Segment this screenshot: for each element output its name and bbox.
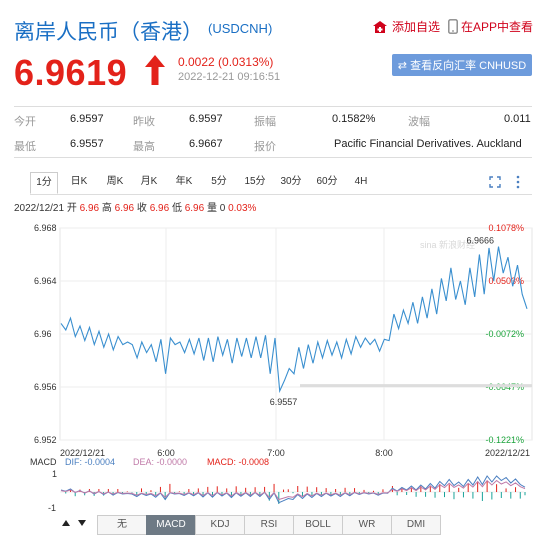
macd-label: MACD bbox=[30, 457, 57, 467]
wave-value: 0.011 bbox=[504, 113, 531, 125]
current-price: 6.9619 bbox=[14, 52, 128, 93]
scroll-arrows bbox=[59, 516, 89, 530]
scroll-down-icon[interactable] bbox=[75, 516, 89, 530]
phone-icon bbox=[448, 19, 458, 34]
quote-source-value: Pacific Financial Derivatives. Auckland bbox=[334, 138, 522, 150]
scroll-up-icon[interactable] bbox=[59, 516, 73, 530]
price-line bbox=[60, 246, 528, 394]
indicator-tab-none[interactable]: 无 bbox=[97, 515, 147, 535]
symbol-code: (USDCNH) bbox=[208, 21, 273, 36]
open-value: 6.9597 bbox=[70, 113, 104, 125]
add-watch-icon bbox=[373, 20, 387, 33]
high-label: 最高 bbox=[133, 141, 155, 153]
low-label: 最低 bbox=[14, 141, 36, 153]
page-title: 离岸人民币（香港） bbox=[14, 20, 203, 44]
prev-close-value: 6.9597 bbox=[189, 113, 223, 125]
macd-dea-line bbox=[60, 479, 526, 501]
y-tick-label: 6.96 bbox=[34, 329, 52, 339]
high-value: 6.9667 bbox=[189, 138, 223, 150]
tab-4h[interactable]: 4H bbox=[348, 172, 374, 192]
amplitude-label: 振幅 bbox=[254, 116, 276, 128]
indicator-tabs: 无 MACD KDJ RSI BOLL WR DMI bbox=[97, 515, 441, 535]
tab-yearly[interactable]: 年K bbox=[171, 172, 197, 192]
y-pct-label: 0.1078% bbox=[488, 223, 524, 233]
stats-table: 今开 6.9597 昨收 6.9597 振幅 0.1582% 波幅 0.011 … bbox=[14, 106, 532, 158]
indicator-tab-wr[interactable]: WR bbox=[342, 515, 392, 535]
indicator-tab-boll[interactable]: BOLL bbox=[293, 515, 343, 535]
add-watchlist-button[interactable]: 添加自选 bbox=[372, 18, 440, 35]
amplitude-value: 0.1582% bbox=[332, 113, 376, 125]
macd-chart: MACD DIF: -0.0004 DEA: -0.0000 MACD: -0.000… bbox=[30, 457, 526, 513]
macd-dif-line bbox=[60, 475, 526, 504]
up-arrow-icon bbox=[145, 55, 165, 85]
y-tick-label: 6.952 bbox=[34, 435, 57, 445]
quote-timestamp: 2022-12-21 09:16:51 bbox=[178, 71, 281, 83]
open-app-button[interactable]: 在APP中查看 bbox=[448, 18, 533, 35]
y-tick-label: 6.968 bbox=[34, 223, 57, 233]
macd-axis-bottom: -1 bbox=[48, 503, 56, 513]
open-label: 今开 bbox=[14, 116, 36, 128]
tab-15min[interactable]: 15分 bbox=[240, 172, 270, 192]
y-tick-label: 6.956 bbox=[34, 382, 57, 392]
price-chart[interactable]: 6.968 0.1078%6.964 0.0503%6.96 -0.0072%6.95… bbox=[0, 210, 550, 470]
tab-1min[interactable]: 1分 bbox=[30, 172, 58, 194]
tab-daily[interactable]: 日K bbox=[66, 172, 92, 192]
high-marker: 6.9666 bbox=[466, 236, 494, 246]
y-pct-label: -0.1221% bbox=[485, 435, 524, 445]
indicator-tab-dmi[interactable]: DMI bbox=[391, 515, 441, 535]
y-tick-label: 6.964 bbox=[34, 276, 57, 286]
y-pct-label: -0.0072% bbox=[485, 329, 524, 339]
quote-source-label: 报价 bbox=[254, 141, 276, 153]
indicator-tab-macd[interactable]: MACD bbox=[146, 515, 196, 535]
prev-close-label: 昨收 bbox=[133, 116, 155, 128]
macd-axis-top: 1 bbox=[52, 469, 57, 479]
indicator-tab-rsi[interactable]: RSI bbox=[244, 515, 294, 535]
tab-5min[interactable]: 5分 bbox=[206, 172, 232, 192]
fullscreen-icon[interactable] bbox=[489, 176, 501, 188]
period-tabs: 1分 日K 周K 月K 年K 5分 15分 30分 60分 4H bbox=[30, 172, 532, 195]
macd-dea: DEA: -0.0000 bbox=[133, 457, 187, 467]
tab-60min[interactable]: 60分 bbox=[312, 172, 342, 192]
indicator-tab-kdj[interactable]: KDJ bbox=[195, 515, 245, 535]
open-app-label: 在APP中查看 bbox=[461, 20, 534, 34]
price-change: 0.0022 (0.0313%) bbox=[178, 55, 274, 69]
macd-dif: DIF: -0.0004 bbox=[65, 457, 115, 467]
add-watch-label: 添加自选 bbox=[392, 20, 441, 34]
low-value: 6.9557 bbox=[70, 138, 104, 150]
more-menu-icon[interactable] bbox=[515, 175, 521, 189]
macd-value: MACD: -0.0008 bbox=[207, 457, 269, 467]
low-marker: 6.9557 bbox=[270, 397, 298, 407]
wave-label: 波幅 bbox=[408, 116, 430, 128]
tab-weekly[interactable]: 周K bbox=[102, 172, 128, 192]
tab-monthly[interactable]: 月K bbox=[136, 172, 162, 192]
tab-30min[interactable]: 30分 bbox=[276, 172, 306, 192]
reverse-rate-button[interactable]: ⇄ 查看反向汇率 CNHUSD bbox=[392, 54, 532, 76]
